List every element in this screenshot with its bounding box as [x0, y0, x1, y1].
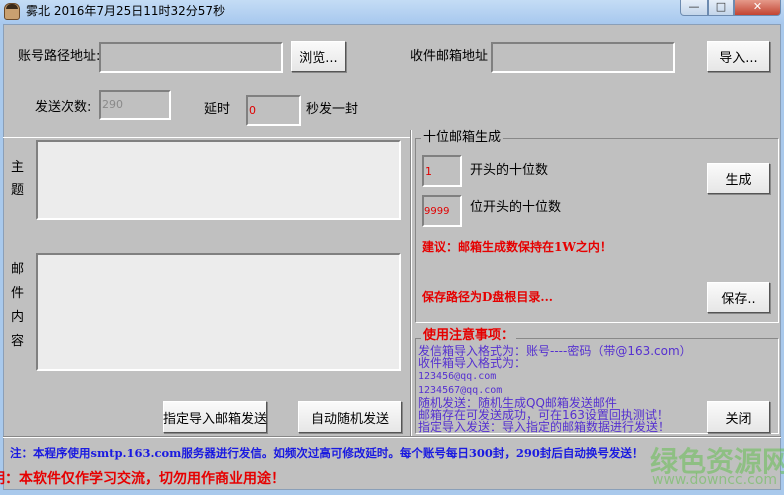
- digits-value-input[interactable]: [422, 195, 462, 227]
- close-button[interactable]: 关闭: [707, 401, 770, 433]
- body-textarea[interactable]: [36, 253, 401, 371]
- browse-button[interactable]: 浏览...: [291, 41, 346, 72]
- body-label-char: 内: [11, 310, 25, 325]
- generate-button[interactable]: 生成: [707, 163, 770, 194]
- digits-label: 位开头的十位数: [470, 200, 562, 215]
- divider: [3, 137, 410, 138]
- note-line: 收件箱导入格式为：: [418, 356, 527, 370]
- footer-divider: [3, 436, 781, 438]
- delay-label: 延时: [204, 102, 231, 117]
- body-label-char: 容: [11, 334, 25, 349]
- subject-textarea[interactable]: [36, 140, 401, 220]
- recipient-label: 收件邮箱地址: [410, 49, 489, 64]
- subject-label-char: 主: [11, 160, 25, 175]
- save-button[interactable]: 保存..: [707, 282, 770, 313]
- body-label: 邮 件 内 容: [11, 262, 24, 350]
- delay-suffix-label: 秒发一封: [306, 102, 359, 117]
- app-avatar-icon: [4, 3, 20, 20]
- maximize-button[interactable]: □: [708, 0, 734, 16]
- recipient-input[interactable]: [491, 42, 675, 73]
- account-path-label: 账号路径地址:: [18, 49, 101, 64]
- note-line: 123456@qq.com: [418, 371, 497, 382]
- notes-title: 使用注意事项：: [421, 328, 517, 344]
- footer-disclaimer: 明：本软件仅作学习交流，切勿用作商业用途！: [0, 471, 285, 487]
- send-count-label: 发送次数:: [35, 100, 92, 115]
- account-path-input[interactable]: [99, 42, 283, 73]
- start-label: 开头的十位数: [470, 163, 549, 178]
- send-imported-button[interactable]: 指定导入邮箱发送: [163, 401, 267, 433]
- window-title: 雾北 2016年7月25日11时32分57秒: [26, 4, 226, 18]
- send-count-input[interactable]: [99, 90, 171, 120]
- minimize-button[interactable]: —: [680, 0, 708, 16]
- generator-title: 十位邮箱生成: [421, 130, 504, 146]
- advice-text: 建议：邮箱生成数保持在1W之内！: [422, 240, 612, 254]
- subject-label-char: 题: [11, 183, 25, 198]
- send-random-button[interactable]: 自动随机发送: [298, 401, 402, 433]
- start-value-input[interactable]: [422, 155, 462, 187]
- watermark-url: www.downcc.com: [652, 472, 778, 488]
- delay-input[interactable]: [246, 95, 301, 126]
- import-button[interactable]: 导入...: [707, 41, 770, 72]
- save-path-note: 保存路径为D盘根目录...: [422, 290, 553, 304]
- subject-label: 主 题: [11, 160, 24, 199]
- note-line: 指定导入发送：导入指定的邮箱数据进行发送！: [418, 420, 671, 434]
- vertical-divider: [410, 130, 412, 436]
- body-label-char: 邮: [11, 262, 25, 277]
- body-label-char: 件: [11, 286, 25, 301]
- close-window-button[interactable]: ✕: [734, 0, 781, 16]
- title-bar: 雾北 2016年7月25日11时32分57秒 — □ ✕: [0, 0, 784, 24]
- notes-list: 发信箱导入格式为：账号----密码（带@163.com） 收件箱导入格式为： 1…: [418, 345, 692, 433]
- footer-info: 注：本程序使用smtp.163.com服务器进行发信。如频次过高可修改延时。每个…: [10, 446, 644, 460]
